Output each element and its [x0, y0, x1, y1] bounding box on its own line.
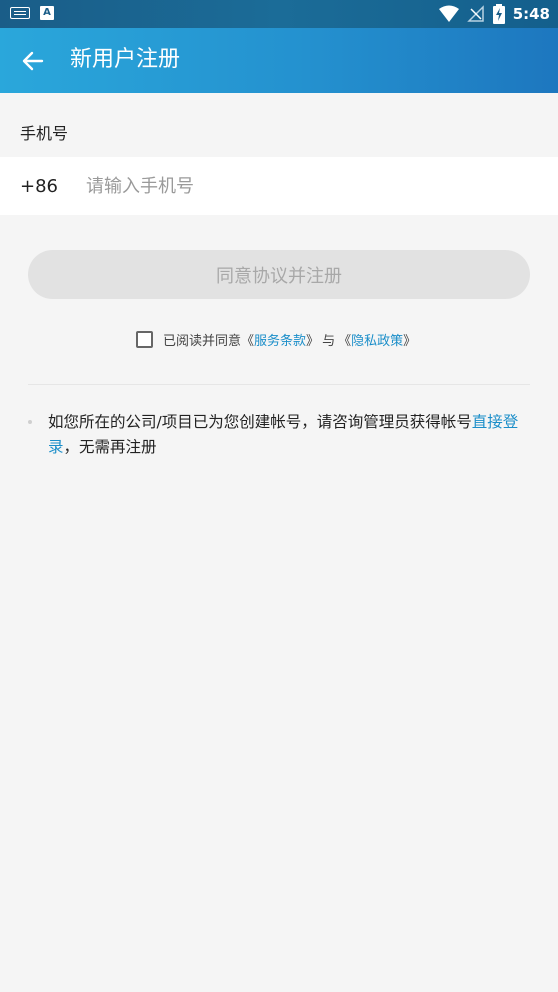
note-suffix: ，无需再注册 [63, 438, 157, 456]
terms-link[interactable]: 服务条款 [254, 330, 306, 349]
status-bar: A 5:48 [0, 0, 558, 28]
phone-input[interactable] [84, 174, 488, 198]
note-text: 如您所在的公司/项目已为您创建帐号，请咨询管理员获得帐号 [48, 413, 472, 431]
agreement-row: 已阅读并同意 《 服务条款 》 与 《 隐私政策 》 [136, 330, 416, 349]
agreement-and: 与 [322, 334, 336, 349]
phone-row: +86 [0, 157, 558, 215]
agree-and-register-button[interactable]: 同意协议并注册 [28, 250, 530, 299]
privacy-close-bracket: 》 [403, 334, 417, 349]
agreement-checkbox[interactable] [136, 331, 153, 348]
no-signal-icon [466, 5, 484, 22]
app-bar: 新用户注册 [0, 28, 558, 93]
terms-close-bracket: 》 [306, 334, 320, 349]
bullet-dot [28, 420, 32, 424]
arrow-left-icon[interactable] [20, 48, 46, 74]
a-icon: A [40, 6, 54, 20]
phone-label: 手机号 [20, 124, 69, 143]
wifi-icon [438, 5, 459, 22]
divider [28, 384, 530, 385]
terms-open-bracket: 《 [241, 334, 255, 349]
country-code[interactable]: +86 [20, 176, 84, 197]
battery-charging-icon [492, 4, 505, 24]
keyboard-icon [10, 7, 30, 19]
agreement-prefix: 已阅读并同意 [163, 334, 242, 349]
privacy-open-bracket: 《 [338, 334, 352, 349]
existing-account-note: 如您所在的公司/项目已为您创建帐号，请咨询管理员获得帐号直接登录，无需再注册 [28, 410, 533, 460]
privacy-link[interactable]: 隐私政策 [351, 330, 403, 349]
status-time: 5:48 [512, 5, 550, 23]
page-title: 新用户注册 [70, 47, 181, 72]
